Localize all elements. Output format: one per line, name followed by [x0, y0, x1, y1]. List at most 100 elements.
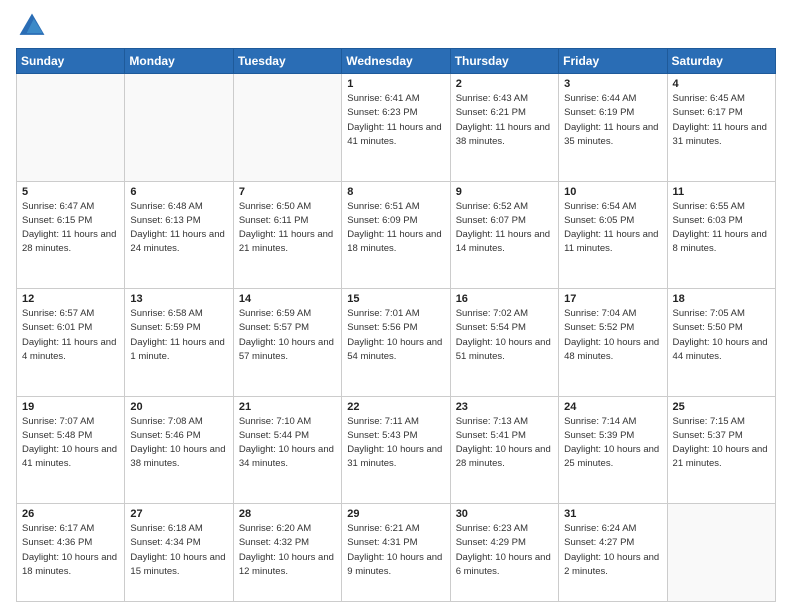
day-number: 5: [22, 186, 119, 198]
day-info: Sunrise: 6:59 AMSunset: 5:57 PMDaylight:…: [239, 307, 336, 364]
calendar-cell: 30 Sunrise: 6:23 AMSunset: 4:29 PMDayligh…: [450, 504, 558, 602]
calendar-cell: 9 Sunrise: 6:52 AMSunset: 6:07 PMDaylight…: [450, 181, 558, 289]
day-info: Sunrise: 6:47 AMSunset: 6:15 PMDaylight:…: [22, 200, 119, 257]
logo-icon: [16, 10, 48, 42]
calendar-cell: [667, 504, 775, 602]
calendar-cell: 19 Sunrise: 7:07 AMSunset: 5:48 PMDayligh…: [17, 396, 125, 504]
day-info: Sunrise: 7:04 AMSunset: 5:52 PMDaylight:…: [564, 307, 661, 364]
day-number: 17: [564, 293, 661, 305]
logo: [16, 10, 52, 42]
calendar-day-header: Saturday: [667, 49, 775, 74]
calendar-day-header: Friday: [559, 49, 667, 74]
day-info: Sunrise: 6:18 AMSunset: 4:34 PMDaylight:…: [130, 522, 227, 579]
header: [16, 10, 776, 42]
day-number: 8: [347, 186, 444, 198]
day-number: 22: [347, 401, 444, 413]
calendar-week-row: 26Sunrise: 6:17 AMSunset: 4:36 PMDayligh…: [17, 504, 776, 602]
day-info: Sunrise: 7:11 AMSunset: 5:43 PMDaylight:…: [347, 415, 444, 472]
day-number: 30: [456, 508, 553, 520]
day-number: 28: [239, 508, 336, 520]
day-info: Sunrise: 7:08 AMSunset: 5:46 PMDaylight:…: [130, 415, 227, 472]
day-info: Sunrise: 6:55 AMSunset: 6:03 PMDaylight:…: [673, 200, 770, 257]
day-number: 12: [22, 293, 119, 305]
day-info: Sunrise: 6:57 AMSunset: 6:01 PMDaylight:…: [22, 307, 119, 364]
day-number: 9: [456, 186, 553, 198]
day-number: 27: [130, 508, 227, 520]
day-number: 24: [564, 401, 661, 413]
day-info: Sunrise: 6:43 AMSunset: 6:21 PMDaylight:…: [456, 92, 553, 149]
day-info: Sunrise: 6:54 AMSunset: 6:05 PMDaylight:…: [564, 200, 661, 257]
calendar-cell: 13Sunrise: 6:58 AMSunset: 5:59 PMDayligh…: [125, 289, 233, 397]
day-number: 23: [456, 401, 553, 413]
calendar-cell: 17 Sunrise: 7:04 AMSunset: 5:52 PMDayligh…: [559, 289, 667, 397]
calendar-cell: [233, 74, 341, 182]
day-info: Sunrise: 6:41 AMSunset: 6:23 PMDaylight:…: [347, 92, 444, 149]
day-info: Sunrise: 6:58 AMSunset: 5:59 PMDaylight:…: [130, 307, 227, 364]
calendar-week-row: 19 Sunrise: 7:07 AMSunset: 5:48 PMDayligh…: [17, 396, 776, 504]
day-info: Sunrise: 6:52 AMSunset: 6:07 PMDaylight:…: [456, 200, 553, 257]
calendar-cell: 28 Sunrise: 6:20 AMSunset: 4:32 PMDayligh…: [233, 504, 341, 602]
calendar-cell: 22 Sunrise: 7:11 AMSunset: 5:43 PMDayligh…: [342, 396, 450, 504]
calendar-header-row: SundayMondayTuesdayWednesdayThursdayFrid…: [17, 49, 776, 74]
calendar-cell: 5 Sunrise: 6:47 AMSunset: 6:15 PMDaylight…: [17, 181, 125, 289]
calendar-cell: 23Sunrise: 7:13 AMSunset: 5:41 PMDayligh…: [450, 396, 558, 504]
day-number: 3: [564, 78, 661, 90]
calendar-cell: 11Sunrise: 6:55 AMSunset: 6:03 PMDayligh…: [667, 181, 775, 289]
calendar-week-row: 1 Sunrise: 6:41 AMSunset: 6:23 PMDaylight…: [17, 74, 776, 182]
calendar-cell: 25 Sunrise: 7:15 AMSunset: 5:37 PMDayligh…: [667, 396, 775, 504]
calendar-cell: 24 Sunrise: 7:14 AMSunset: 5:39 PMDayligh…: [559, 396, 667, 504]
day-number: 1: [347, 78, 444, 90]
calendar-day-header: Thursday: [450, 49, 558, 74]
calendar-cell: 18 Sunrise: 7:05 AMSunset: 5:50 PMDayligh…: [667, 289, 775, 397]
day-info: Sunrise: 7:07 AMSunset: 5:48 PMDaylight:…: [22, 415, 119, 472]
calendar-week-row: 12 Sunrise: 6:57 AMSunset: 6:01 PMDayligh…: [17, 289, 776, 397]
day-number: 10: [564, 186, 661, 198]
day-info: Sunrise: 6:45 AMSunset: 6:17 PMDaylight:…: [673, 92, 770, 149]
day-info: Sunrise: 7:14 AMSunset: 5:39 PMDaylight:…: [564, 415, 661, 472]
day-number: 4: [673, 78, 770, 90]
day-number: 18: [673, 293, 770, 305]
calendar-cell: 2 Sunrise: 6:43 AMSunset: 6:21 PMDaylight…: [450, 74, 558, 182]
day-info: Sunrise: 6:24 AMSunset: 4:27 PMDaylight:…: [564, 522, 661, 579]
calendar-cell: [17, 74, 125, 182]
day-info: Sunrise: 6:44 AMSunset: 6:19 PMDaylight:…: [564, 92, 661, 149]
day-info: Sunrise: 7:05 AMSunset: 5:50 PMDaylight:…: [673, 307, 770, 364]
calendar-cell: 26Sunrise: 6:17 AMSunset: 4:36 PMDayligh…: [17, 504, 125, 602]
day-info: Sunrise: 7:10 AMSunset: 5:44 PMDaylight:…: [239, 415, 336, 472]
page: SundayMondayTuesdayWednesdayThursdayFrid…: [0, 0, 792, 612]
day-info: Sunrise: 7:15 AMSunset: 5:37 PMDaylight:…: [673, 415, 770, 472]
calendar-cell: 4 Sunrise: 6:45 AMSunset: 6:17 PMDaylight…: [667, 74, 775, 182]
calendar-day-header: Monday: [125, 49, 233, 74]
day-info: Sunrise: 6:21 AMSunset: 4:31 PMDaylight:…: [347, 522, 444, 579]
calendar-day-header: Tuesday: [233, 49, 341, 74]
calendar-cell: 6 Sunrise: 6:48 AMSunset: 6:13 PMDaylight…: [125, 181, 233, 289]
calendar-table: SundayMondayTuesdayWednesdayThursdayFrid…: [16, 48, 776, 602]
day-number: 15: [347, 293, 444, 305]
day-info: Sunrise: 6:50 AMSunset: 6:11 PMDaylight:…: [239, 200, 336, 257]
day-info: Sunrise: 6:51 AMSunset: 6:09 PMDaylight:…: [347, 200, 444, 257]
calendar-week-row: 5 Sunrise: 6:47 AMSunset: 6:15 PMDaylight…: [17, 181, 776, 289]
day-number: 16: [456, 293, 553, 305]
calendar-cell: [125, 74, 233, 182]
calendar-cell: 16 Sunrise: 7:02 AMSunset: 5:54 PMDayligh…: [450, 289, 558, 397]
calendar-cell: 15 Sunrise: 7:01 AMSunset: 5:56 PMDayligh…: [342, 289, 450, 397]
day-number: 14: [239, 293, 336, 305]
calendar-cell: 14 Sunrise: 6:59 AMSunset: 5:57 PMDayligh…: [233, 289, 341, 397]
day-info: Sunrise: 6:20 AMSunset: 4:32 PMDaylight:…: [239, 522, 336, 579]
calendar-cell: 3 Sunrise: 6:44 AMSunset: 6:19 PMDaylight…: [559, 74, 667, 182]
day-number: 25: [673, 401, 770, 413]
calendar-cell: 20 Sunrise: 7:08 AMSunset: 5:46 PMDayligh…: [125, 396, 233, 504]
day-number: 26: [22, 508, 119, 520]
day-info: Sunrise: 7:02 AMSunset: 5:54 PMDaylight:…: [456, 307, 553, 364]
calendar-day-header: Wednesday: [342, 49, 450, 74]
day-info: Sunrise: 6:48 AMSunset: 6:13 PMDaylight:…: [130, 200, 227, 257]
day-number: 19: [22, 401, 119, 413]
day-info: Sunrise: 7:01 AMSunset: 5:56 PMDaylight:…: [347, 307, 444, 364]
day-number: 2: [456, 78, 553, 90]
day-number: 20: [130, 401, 227, 413]
calendar-cell: 27 Sunrise: 6:18 AMSunset: 4:34 PMDayligh…: [125, 504, 233, 602]
day-info: Sunrise: 6:23 AMSunset: 4:29 PMDaylight:…: [456, 522, 553, 579]
calendar-cell: 31Sunrise: 6:24 AMSunset: 4:27 PMDayligh…: [559, 504, 667, 602]
day-number: 6: [130, 186, 227, 198]
calendar-cell: 12 Sunrise: 6:57 AMSunset: 6:01 PMDayligh…: [17, 289, 125, 397]
